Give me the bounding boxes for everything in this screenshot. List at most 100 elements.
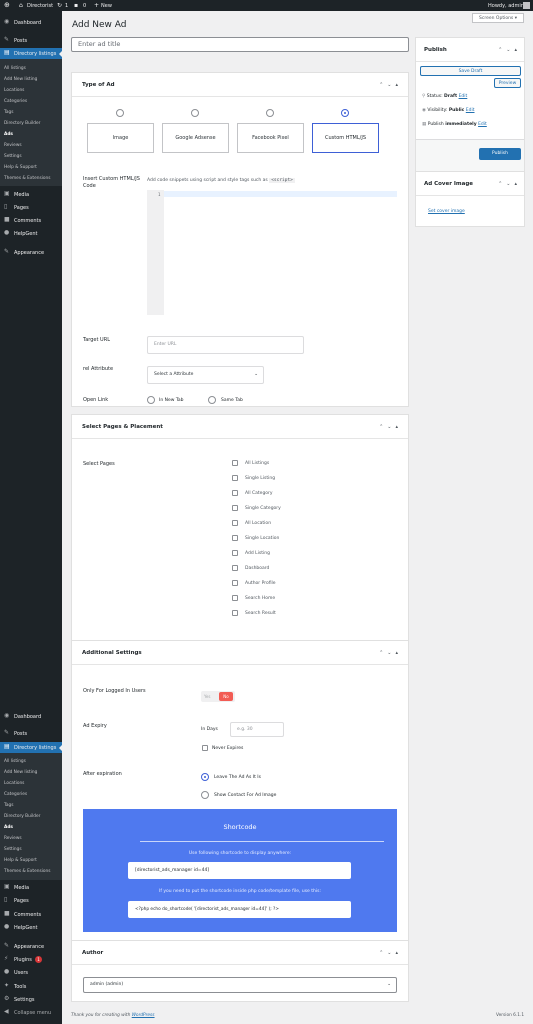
submenu-add-new-listing[interactable]: Add New listing (4, 77, 37, 82)
menu-posts-lower[interactable]: ✎ Posts (0, 728, 62, 739)
toggle-no[interactable]: No (219, 692, 233, 701)
page-checkbox[interactable] (232, 580, 238, 586)
expiry-days-input[interactable]: e.g. 30 (230, 722, 284, 737)
show-contact-radio[interactable] (201, 791, 209, 799)
publish-button[interactable]: Publish (479, 148, 521, 160)
submenu-all-listings[interactable]: All listings (4, 759, 26, 764)
box-controls-icon[interactable]: ⌃⌄▴ (379, 82, 402, 88)
menu-directory-listings[interactable]: ▤ Directory listings (0, 48, 62, 59)
open-new-tab-radio[interactable] (147, 396, 155, 404)
rel-attribute-select[interactable]: Select a Attribute ⌄ (147, 366, 264, 384)
page-checkbox[interactable] (232, 565, 238, 571)
type-card-custom-html[interactable]: Custom HTML/JS (312, 123, 379, 153)
page-checkbox[interactable] (232, 475, 238, 481)
updates-icon[interactable]: ↻ (57, 2, 62, 9)
box-controls-icon[interactable]: ⌃⌄▴ (498, 47, 521, 53)
target-url-input[interactable]: Enter URL (147, 336, 304, 354)
type-card-image[interactable]: Image (87, 123, 154, 153)
ad-title-input[interactable]: Enter ad title (71, 37, 409, 52)
submenu-ads[interactable]: Ads (4, 132, 13, 137)
edit-publish-date-link[interactable]: Edit (478, 122, 487, 127)
menu-media-lower[interactable]: ▣ Media (0, 882, 62, 893)
submenu-help-support[interactable]: Help & Support (4, 165, 37, 170)
page-checkbox[interactable] (232, 505, 238, 511)
submenu-directory-builder[interactable]: Directory Builder (4, 814, 40, 819)
submenu-all-listings[interactable]: All listings (4, 66, 26, 71)
code-editor[interactable]: 1 (147, 190, 397, 315)
submenu-tags[interactable]: Tags (4, 803, 14, 808)
submenu-locations[interactable]: Locations (4, 88, 24, 93)
edit-status-link[interactable]: Edit (459, 94, 468, 99)
screen-options-button[interactable]: Screen Options ▾ (472, 13, 524, 23)
page-checkbox[interactable] (232, 460, 238, 466)
menu-comments[interactable]: ■ Comments (0, 215, 62, 226)
menu-appearance-lower[interactable]: ✎ Appearance (0, 941, 62, 952)
submenu-categories[interactable]: Categories (4, 792, 27, 797)
submenu-themes-extensions[interactable]: Themes & Extensions (4, 869, 50, 874)
menu-directory-listings-lower[interactable]: ▤ Directory listings (0, 742, 62, 753)
page-checkbox[interactable] (232, 490, 238, 496)
page-checkbox[interactable] (232, 535, 238, 541)
submenu-directory-builder[interactable]: Directory Builder (4, 121, 40, 126)
menu-plugins[interactable]: ⚡ Plugins 1 (0, 954, 62, 965)
box-controls-icon[interactable]: ⌃⌄▴ (498, 181, 521, 187)
type-radio-custom-html[interactable] (341, 109, 349, 117)
site-name-link[interactable]: Directorist (27, 3, 53, 9)
preview-button[interactable]: Preview (494, 78, 521, 88)
wordpress-logo-icon[interactable]: ⊕ (4, 1, 10, 9)
collapse-menu-button[interactable]: ◀ Collapse menu (0, 1007, 62, 1018)
submenu-help-support[interactable]: Help & Support (4, 858, 37, 863)
howdy-link[interactable]: Howdy, admin (488, 3, 524, 9)
set-cover-image-link[interactable]: Set cover image (428, 209, 465, 214)
page-checkbox[interactable] (232, 520, 238, 526)
menu-pages-lower[interactable]: ▯ Pages (0, 895, 62, 906)
never-expires-checkbox[interactable] (202, 745, 208, 751)
submenu-categories[interactable]: Categories (4, 99, 27, 104)
submenu-reviews[interactable]: Reviews (4, 836, 22, 841)
box-controls-icon[interactable]: ⌃⌄▴ (379, 950, 402, 956)
submenu-settings[interactable]: Settings (4, 847, 22, 852)
menu-dashboard-lower[interactable]: ◉ Dashboard (0, 711, 62, 722)
submenu-ads[interactable]: Ads (4, 825, 13, 830)
menu-appearance[interactable]: ✎ Appearance (0, 247, 62, 258)
menu-comments-lower[interactable]: ■ Comments (0, 909, 62, 920)
submenu-themes-extensions[interactable]: Themes & Extensions (4, 176, 50, 181)
page-checkbox[interactable] (232, 595, 238, 601)
save-draft-button[interactable]: Save Draft (420, 66, 521, 76)
comments-icon[interactable]: ▪ (74, 2, 78, 9)
submenu-settings[interactable]: Settings (4, 154, 22, 159)
leave-ad-radio[interactable] (201, 773, 209, 781)
type-radio-facebook-pixel[interactable] (266, 109, 274, 117)
new-content-link[interactable]: New (101, 3, 112, 9)
menu-posts[interactable]: ✎ Posts (0, 35, 62, 46)
type-card-facebook-pixel[interactable]: Facebook Pixel (237, 123, 304, 153)
page-checkbox[interactable] (232, 550, 238, 556)
type-radio-image[interactable] (116, 109, 124, 117)
avatar[interactable] (523, 2, 530, 9)
menu-tools[interactable]: ✦ Tools (0, 981, 62, 992)
author-select[interactable]: admin (admin) ⌄ (83, 977, 397, 993)
shortcode-field[interactable]: [directorist_ads_manager id=44] (128, 862, 351, 879)
submenu-reviews[interactable]: Reviews (4, 143, 22, 148)
menu-media[interactable]: ▣ Media (0, 189, 62, 200)
menu-settings[interactable]: ⚙ Settings (0, 994, 62, 1005)
edit-visibility-link[interactable]: Edit (466, 108, 475, 113)
type-card-adsense[interactable]: Google Adsense (162, 123, 229, 153)
toggle-yes[interactable]: Yes (204, 694, 210, 699)
menu-dashboard[interactable]: ◉ Dashboard (0, 17, 62, 28)
menu-users[interactable]: ● Users (0, 967, 62, 978)
type-radio-adsense[interactable] (191, 109, 199, 117)
menu-pages[interactable]: ▯ Pages (0, 202, 62, 213)
page-checkbox[interactable] (232, 610, 238, 616)
logged-in-toggle[interactable]: Yes No (201, 691, 235, 702)
menu-helpgent-lower[interactable]: ● HelpGent (0, 922, 62, 933)
submenu-tags[interactable]: Tags (4, 110, 14, 115)
box-controls-icon[interactable]: ⌃⌄▴ (379, 424, 402, 430)
menu-helpgent[interactable]: ● HelpGent (0, 228, 62, 239)
php-shortcode-field[interactable]: <?php echo do_shortcode( '[directorist_a… (128, 901, 351, 918)
box-controls-icon[interactable]: ⌃⌄▴ (379, 650, 402, 656)
same-tab-radio[interactable] (208, 396, 216, 404)
wordpress-link[interactable]: WordPress (132, 1013, 155, 1018)
submenu-locations[interactable]: Locations (4, 781, 24, 786)
submenu-add-new-listing[interactable]: Add New listing (4, 770, 37, 775)
